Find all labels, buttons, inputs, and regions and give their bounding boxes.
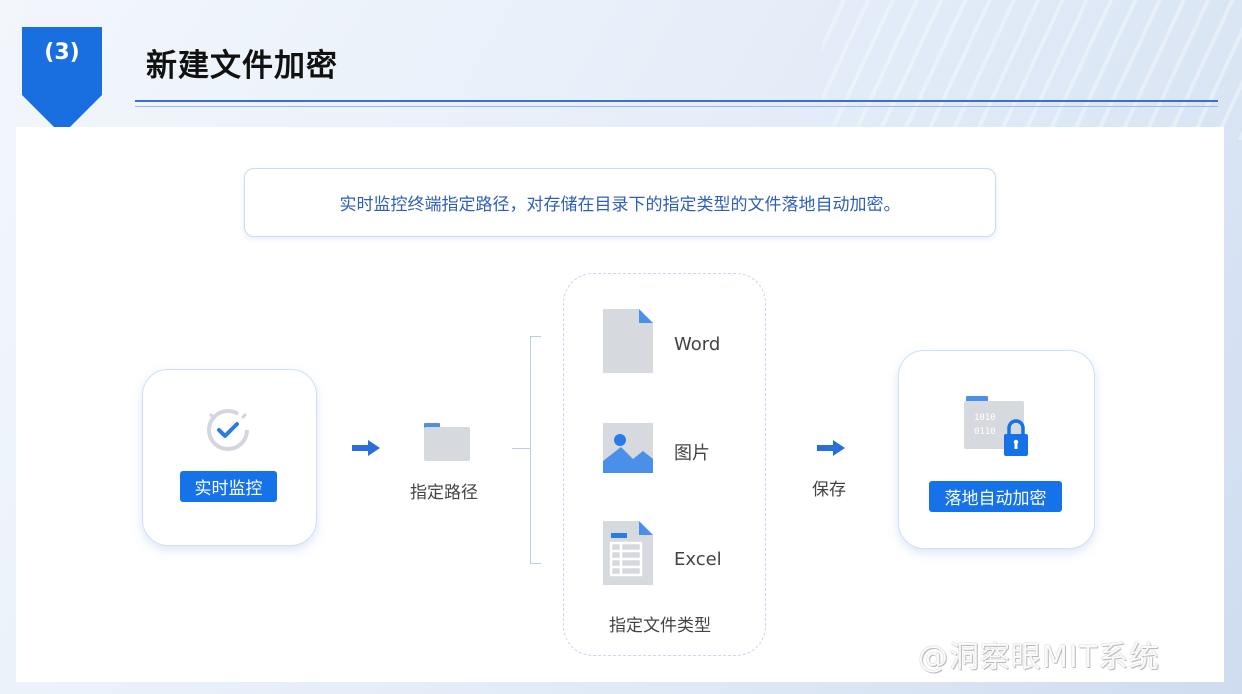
title-underline	[135, 100, 1218, 107]
path-label: 指定路径	[410, 483, 478, 503]
file-type-excel-label: Excel	[674, 549, 722, 570]
svg-text:0110: 0110	[974, 427, 996, 437]
clock-check-icon	[204, 406, 252, 458]
image-icon	[603, 423, 653, 477]
arrow-right-icon	[352, 440, 380, 460]
file-types-group	[563, 273, 766, 656]
encrypted-folder-lock-icon: 1010 0110	[962, 396, 1030, 462]
file-type-image-label: 图片	[674, 443, 710, 464]
save-label: 保存	[812, 480, 846, 500]
folder-icon	[424, 421, 470, 465]
svg-text:1010: 1010	[974, 413, 996, 423]
page-title: 新建文件加密	[146, 48, 338, 84]
file-types-caption: 指定文件类型	[609, 616, 711, 636]
spreadsheet-icon	[603, 521, 653, 589]
bracket-stem	[512, 448, 530, 449]
bracket	[530, 336, 541, 564]
background-decoration	[822, 0, 1242, 140]
document-icon	[603, 309, 653, 377]
auto-encrypt-tag: 落地自动加密	[929, 481, 1062, 512]
section-number: (3)	[44, 40, 80, 65]
realtime-monitor-tag: 实时监控	[180, 471, 277, 502]
watermark: @洞察眼MIT系统	[918, 640, 1161, 675]
description-box: 实时监控终端指定路径，对存储在目录下的指定类型的文件落地自动加密。	[244, 168, 996, 237]
file-type-word-label: Word	[674, 334, 721, 355]
arrow-right-icon-2	[817, 440, 845, 460]
description-text: 实时监控终端指定路径，对存储在目录下的指定类型的文件落地自动加密。	[339, 195, 901, 215]
